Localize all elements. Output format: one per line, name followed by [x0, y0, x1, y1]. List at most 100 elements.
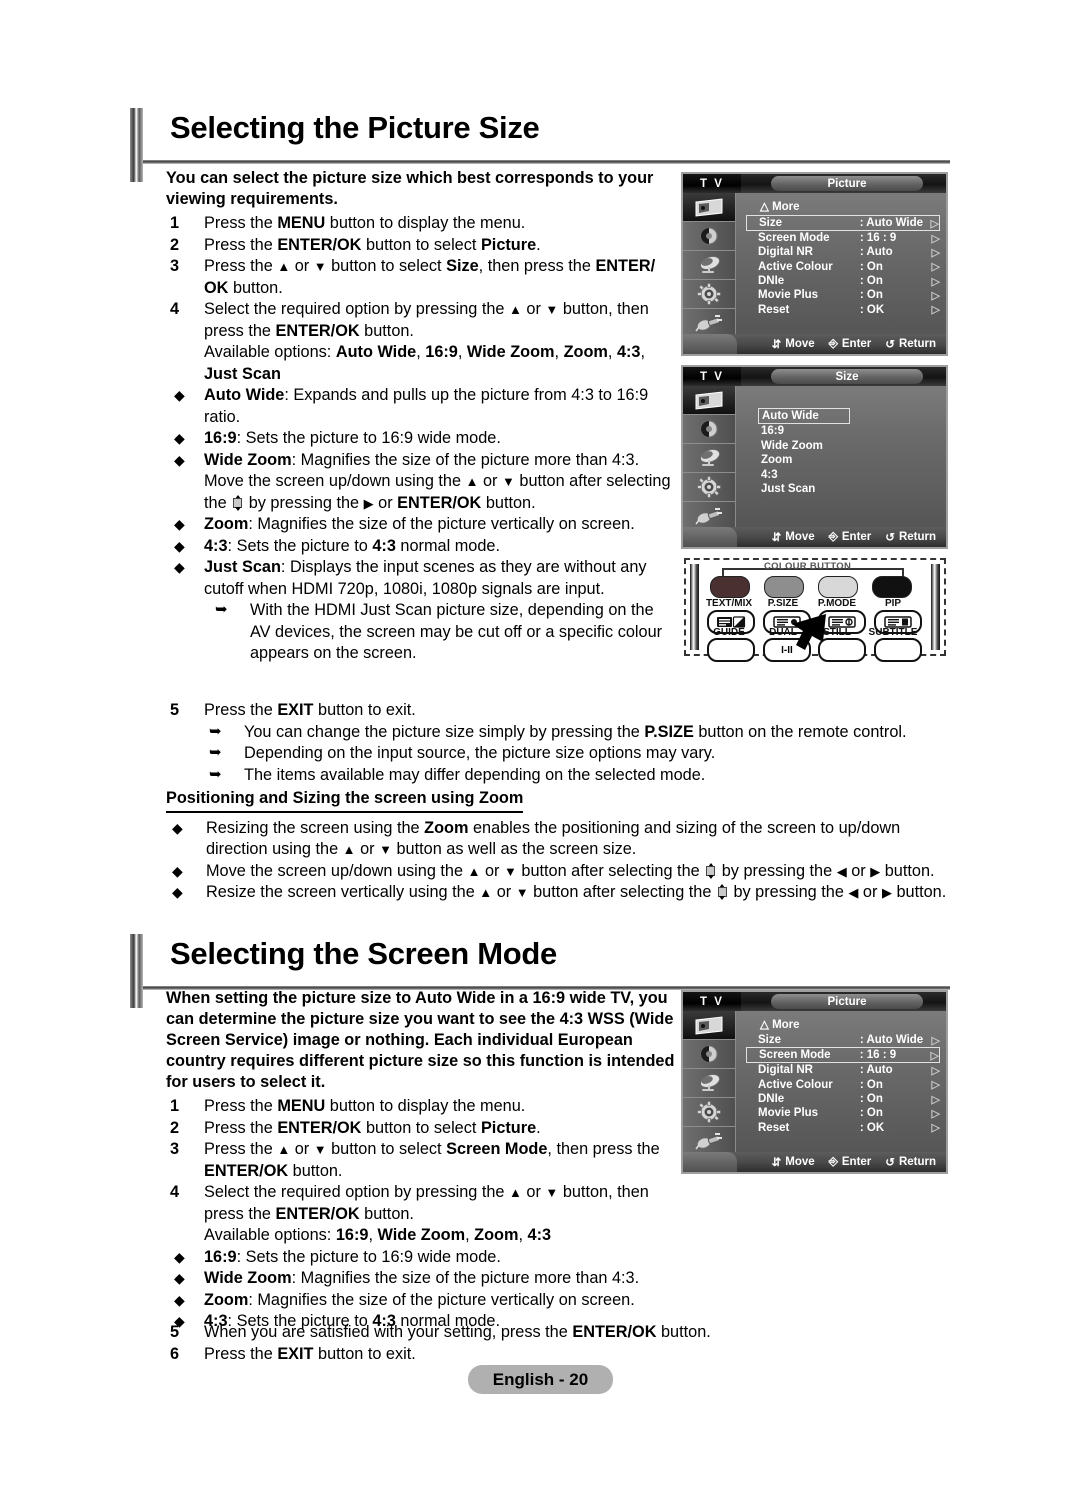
- osd-row-dnie[interactable]: DNIe : On ▷: [748, 1092, 940, 1106]
- step-number: 4: [170, 1183, 180, 1201]
- zoom-subsection: Positioning and Sizing the screen using …: [166, 788, 961, 904]
- osd-row-value: : Auto: [859, 246, 893, 259]
- diamond-bullet-icon: ◆: [174, 430, 185, 446]
- sidebar-item-picture[interactable]: [683, 193, 735, 222]
- osd-row-reset[interactable]: Reset : OK ▷: [748, 302, 940, 317]
- step-item: 2 Press the ENTER/OK button to select Pi…: [166, 1118, 676, 1140]
- sidebar-item-channel[interactable]: [683, 1069, 735, 1098]
- osd-picture-menu-1[interactable]: T V Picture △ More Size: Auto Wide ▷ Sc…: [681, 172, 948, 356]
- diamond-bullet-icon: ◆: [172, 862, 183, 879]
- osd-footer-return[interactable]: ↺ Return: [885, 530, 936, 544]
- osd-footer-enter-label: Enter: [841, 1156, 872, 1168]
- sidebar-item-sound[interactable]: [683, 415, 735, 444]
- osd-option-wide-zoom[interactable]: Wide Zoom: [758, 439, 850, 454]
- osd-more-row[interactable]: △ More: [760, 1017, 800, 1031]
- sidebar-item-picture[interactable]: [683, 1011, 735, 1040]
- blue-button[interactable]: [872, 576, 912, 598]
- sidebar-item-setup[interactable]: [683, 1098, 735, 1127]
- step-item: 3 Press the ▲ or ▼ button to select Size…: [166, 256, 676, 299]
- step-item: 6 Press the EXIT button to exit.: [166, 1344, 956, 1366]
- remote-label-subtitle: SUBTITLE: [868, 627, 918, 638]
- bullet-item: ◆ 16:9: Sets the picture to 16:9 wide mo…: [166, 428, 676, 450]
- osd-sidebar[interactable]: [683, 193, 736, 338]
- sidebar-item-channel[interactable]: [683, 251, 735, 280]
- osd-footer-return[interactable]: ↺ Return: [885, 337, 936, 351]
- bullet-text: Auto Wide: Expands and pulls up the pict…: [204, 386, 649, 426]
- triangle-up-icon: △: [760, 201, 769, 213]
- input-icon: [695, 1133, 722, 1150]
- diamond-bullet-icon: ◆: [174, 387, 185, 403]
- osd-row-reset[interactable]: Reset : OK ▷: [748, 1120, 940, 1135]
- subtitle-button[interactable]: [874, 638, 922, 662]
- osd-sidebar[interactable]: [683, 1011, 736, 1156]
- osd-picture-menu-2[interactable]: T V Picture △ More Size: Auto Wide ▷ Sc…: [681, 990, 948, 1174]
- sound-icon: [700, 1045, 718, 1063]
- pointer-cursor-icon: [792, 614, 826, 650]
- bullet-item: ◆ 16:9: Sets the picture to 16:9 wide mo…: [166, 1247, 676, 1269]
- osd-row-dnie[interactable]: DNIe : On ▷: [748, 274, 940, 288]
- osd-row-active-colour[interactable]: Active Colour : On ▷: [748, 260, 940, 274]
- osd-row-movie-plus[interactable]: Movie Plus : On ▷: [748, 288, 940, 302]
- sidebar-item-sound[interactable]: [683, 222, 735, 251]
- available-options-text: Available options: Auto Wide, 16:9, Wide…: [204, 343, 646, 383]
- osd-option-just-scan[interactable]: Just Scan: [758, 482, 850, 497]
- enter-key-icon: ⎆: [828, 1155, 838, 1168]
- step-item: 2 Press the ENTER/OK button to select Pi…: [166, 235, 676, 257]
- remote-label-p-mode: P.MODE: [817, 598, 857, 609]
- osd-footer-return[interactable]: ↺ Return: [885, 1155, 936, 1169]
- osd-option-list: Auto Wide 16:9 Wide Zoom Zoom 4:3 Just S…: [758, 408, 850, 497]
- osd-row-value: : On: [859, 289, 883, 302]
- subsection-heading: Positioning and Sizing the screen using …: [166, 788, 524, 813]
- osd-row-size[interactable]: Size : Auto Wide ▷: [748, 1033, 940, 1047]
- yellow-button[interactable]: [818, 576, 858, 598]
- osd-size-menu[interactable]: T V Size Auto Wide 16:9 Wide Zoom Zoom 4…: [681, 365, 948, 549]
- sidebar-item-setup[interactable]: [683, 280, 735, 309]
- osd-option-zoom[interactable]: Zoom: [758, 453, 850, 468]
- osd-footer-move[interactable]: ⇵ Move: [772, 337, 815, 351]
- remote-right-rail: [931, 564, 940, 650]
- osd-row-label: Size: [758, 1034, 782, 1047]
- osd-footer-enter[interactable]: ⎆ Enter: [829, 338, 872, 351]
- red-button[interactable]: [710, 576, 750, 598]
- osd-footer: ⇵ Move ⎆ Enter ↺ Return: [683, 1152, 946, 1172]
- sidebar-item-picture[interactable]: [683, 386, 735, 415]
- section2-title: Selecting the Screen Mode: [170, 936, 557, 971]
- osd-row-size[interactable]: Size : Auto Wide ▷: [746, 215, 940, 231]
- step-text: Press the ▲ or ▼ button to select Size, …: [204, 257, 656, 297]
- sidebar-item-channel[interactable]: [683, 444, 735, 473]
- osd-row-list: Size : Auto Wide ▷ Screen Mode : 16 : 9 …: [746, 1033, 940, 1135]
- osd-sidebar[interactable]: [683, 386, 736, 531]
- green-button[interactable]: [764, 576, 804, 598]
- osd-row-value: : On: [859, 275, 883, 288]
- osd-row-value: : Auto: [859, 1064, 893, 1077]
- sidebar-item-sound[interactable]: [683, 1040, 735, 1069]
- osd-option-4-3[interactable]: 4:3: [758, 468, 850, 483]
- updown-arrows-icon: ⇵: [771, 339, 782, 351]
- guide-button[interactable]: [707, 638, 755, 662]
- osd-more-row[interactable]: △ More: [760, 199, 800, 213]
- arrow-bullet-icon: ➥: [209, 744, 222, 761]
- osd-option-auto-wide[interactable]: Auto Wide: [758, 408, 850, 424]
- sidebar-item-setup[interactable]: [683, 473, 735, 502]
- osd-row-screen-mode[interactable]: Screen Mode : 16 : 9 ▷: [746, 1047, 940, 1064]
- step-number: 5: [170, 701, 180, 719]
- osd-row-digital-nr[interactable]: Digital NR : Auto ▷: [748, 1063, 940, 1077]
- remote-label-p-size: P.SIZE: [767, 598, 799, 609]
- osd-option-16-9[interactable]: 16:9: [758, 424, 850, 439]
- remote-control-figure: COLOUR BUTTON TEXT/MIX P.SIZE P.MODE PIP: [684, 558, 946, 662]
- osd-row-label: Digital NR: [758, 1064, 813, 1077]
- osd-row-active-colour[interactable]: Active Colour : On ▷: [748, 1078, 940, 1092]
- osd-footer-enter[interactable]: ⎆ Enter: [829, 531, 872, 544]
- osd-row-value: : On: [859, 1078, 883, 1091]
- osd-row-movie-plus[interactable]: Movie Plus : On ▷: [748, 1106, 940, 1120]
- note-text: With the HDMI Just Scan picture size, de…: [250, 601, 663, 662]
- osd-row-digital-nr[interactable]: Digital NR : Auto ▷: [748, 245, 940, 259]
- bullet-text: Just Scan: Displays the input scenes as …: [204, 558, 647, 598]
- osd-titlebar: T V Picture: [683, 174, 946, 193]
- title-accent-stub: [130, 160, 143, 182]
- osd-row-screen-mode[interactable]: Screen Mode : 16 : 9 ▷: [748, 231, 940, 245]
- osd-footer-enter[interactable]: ⎆ Enter: [829, 1156, 872, 1169]
- section1-narrow-column: You can select the picture size which be…: [166, 168, 676, 665]
- osd-footer-move[interactable]: ⇵ Move: [772, 1155, 815, 1169]
- osd-footer-move[interactable]: ⇵ Move: [772, 530, 815, 544]
